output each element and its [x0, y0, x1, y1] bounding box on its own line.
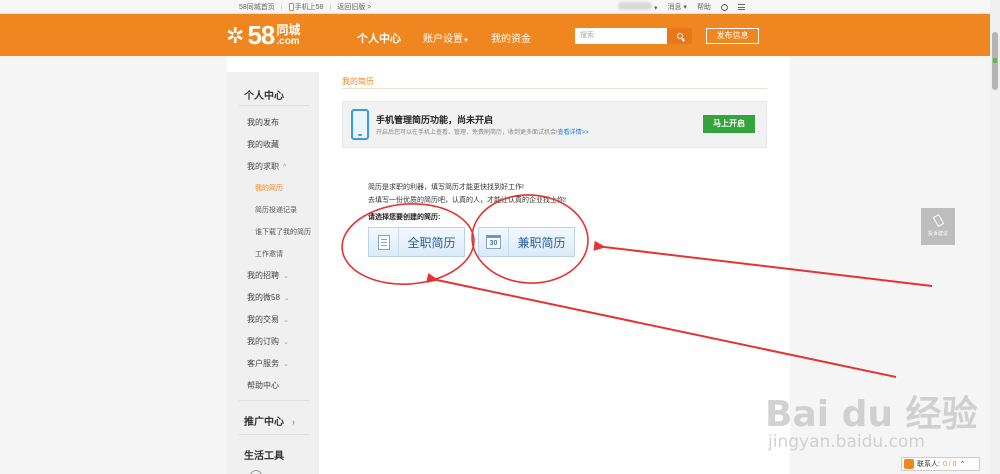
view-details-link[interactable]: 查看详情>> — [558, 130, 589, 136]
search-button[interactable] — [667, 28, 692, 44]
choose-label: 请选择您要创建的简历: — [368, 214, 441, 221]
search-input[interactable]: 搜索 — [575, 28, 667, 44]
chevron-up-icon: ⌃ — [959, 461, 966, 468]
document-icon — [377, 234, 390, 250]
sidebar-heading-life-tools: 生活工具 — [244, 451, 284, 462]
feedback-button[interactable]: 投诉建议 — [921, 208, 955, 245]
separator: | — [329, 3, 332, 11]
logo-text: 同城 .com — [276, 22, 301, 47]
divider — [239, 400, 309, 401]
chevron-down-icon: ⌄ — [283, 361, 289, 368]
chevron-down-icon: ▾ — [653, 5, 658, 12]
sidebar-sub-who-downloaded[interactable]: 谁下载了我的简历 — [255, 227, 311, 237]
sidebar-heading-promo-center[interactable]: 推广中心 › — [244, 413, 295, 428]
intro-line-2: 去填写一份优质的简历吧，认真的人，才能让认真的企业找上你! — [368, 197, 566, 204]
sidebar-item-label: 我的招聘 — [247, 271, 279, 280]
search-icon — [676, 33, 683, 39]
baidu-watermark-url: jingyan.baidu.com — [768, 432, 925, 452]
user-menu[interactable]: ▾ — [618, 2, 657, 12]
logo-en: .com — [276, 35, 300, 47]
sidebar-item-label: 我的订购 — [247, 337, 279, 346]
nav-personal-center[interactable]: 个人中心 — [357, 30, 401, 46]
chevron-down-icon: ⌄ — [283, 273, 289, 280]
sidebar-sub-delivery-record[interactable]: 简历投递记录 — [255, 205, 297, 215]
chevron-right-icon: › — [292, 417, 295, 427]
messages-label: 消息 — [667, 4, 682, 11]
contacts-count: 0 / 0 — [942, 460, 957, 468]
sidebar-item-my-posts[interactable]: 我的发布 — [247, 117, 279, 128]
sidebar-sub-my-resume[interactable]: 我的简历 — [255, 183, 283, 193]
sidebar-item-label: 我的交易 — [247, 315, 279, 324]
chevron-down-icon: ⌄ — [283, 295, 290, 302]
home-link[interactable]: 58同城首页 — [239, 2, 275, 12]
sidebar-sub-job-invitations[interactable]: 工作邀请 — [255, 249, 283, 259]
logo[interactable]: ✲ 58 同城 .com — [226, 20, 300, 51]
promo-center-label: 推广中心 — [244, 417, 284, 428]
divider — [239, 434, 309, 435]
chevron-down-icon: ▾ — [683, 4, 687, 11]
sidebar-item-trades[interactable]: 我的交易 ⌄ — [247, 314, 289, 325]
help-link[interactable]: 帮助 — [697, 2, 711, 12]
open-now-button[interactable]: 马上开启 — [703, 115, 755, 133]
sidebar-item-help-center[interactable]: 帮助中心 — [247, 380, 279, 391]
sidebar-item-customer-service[interactable]: 客户服务 ⌄ — [247, 358, 289, 369]
sidebar-item-my-jobsearch[interactable]: 我的求职 ^ — [247, 161, 286, 172]
breadcrumb: 我的简历 — [342, 77, 374, 86]
smiley-icon — [904, 459, 914, 469]
baidu-watermark: Bai du 经验 — [765, 394, 978, 435]
scroll-indicator — [993, 58, 997, 63]
separator: | — [280, 3, 283, 11]
publish-button[interactable]: 发布信息 — [706, 28, 759, 44]
nav-account-settings-label: 账户设置 — [423, 34, 463, 45]
banner-description: 开启后您可以在手机上查看、管理、免费刷简历，收到更多面试机会!查看详情>> — [376, 127, 589, 136]
chevron-down-icon: ⌄ — [283, 339, 289, 346]
banner-desc-text: 开启后您可以在手机上查看、管理、免费刷简历，收到更多面试机会! — [376, 130, 558, 136]
parttime-resume-button[interactable]: 30 兼职简历 — [478, 227, 575, 257]
menu-icon[interactable] — [737, 4, 745, 10]
mobile-link-label: 手机上58 — [294, 4, 324, 11]
sidebar-item-recruiting[interactable]: 我的招聘 ⌄ — [247, 270, 289, 281]
main-nav: 个人中心 账户设置▼ 我的资金 — [357, 30, 531, 46]
banner-title: 手机管理简历功能，尚未开启 — [376, 115, 494, 125]
calendar-icon: 30 — [486, 235, 501, 249]
fulltime-resume-button[interactable]: 全职简历 — [368, 227, 465, 257]
sidebar-item-subscriptions[interactable]: 我的订购 ⌄ — [247, 336, 289, 347]
intro-line-1: 简历是求职的利器，填写简历才能更快找到好工作! — [368, 184, 524, 191]
sidebar-item-wei58[interactable]: 我的微58 ⌄ — [247, 292, 290, 303]
divider — [239, 105, 309, 106]
sidebar-item-label: 客户服务 — [247, 359, 279, 368]
contacts-label: 联系人: — [917, 461, 940, 468]
site-header: ✲ 58 同城 .com 个人中心 账户设置▼ 我的资金 搜索 发布信息 — [0, 14, 990, 56]
chevron-down-icon: ▼ — [463, 38, 469, 44]
logo-cn: 同城 — [276, 22, 301, 37]
parttime-resume-label: 兼职简历 — [517, 235, 566, 250]
chevron-down-icon: ⌄ — [283, 317, 289, 324]
fulltime-resume-label: 全职简历 — [407, 235, 456, 250]
logo-number: 58 — [247, 20, 275, 50]
nav-my-funds[interactable]: 我的资金 — [491, 30, 531, 46]
feedback-label: 投诉建议 — [927, 231, 948, 237]
username-blurred — [618, 2, 652, 10]
phone-icon — [288, 3, 294, 12]
mobile-link[interactable]: 手机上58 — [288, 2, 324, 12]
topbar-left: 58同城首页 | 手机上58 | 返回旧版 > — [239, 2, 371, 12]
chevron-up-icon: ^ — [283, 164, 287, 171]
clock-icon[interactable] — [720, 3, 728, 11]
sidebar-item-label: 我的求职 — [247, 162, 279, 171]
topbar-right: ▾ 消息 ▾ 帮助 — [618, 2, 745, 12]
sidebar-item-my-favorites[interactable]: 我的收藏 — [247, 139, 279, 150]
icon-box: 30 — [479, 228, 509, 256]
divider — [342, 88, 767, 89]
sidebar-item-label: 我的微58 — [247, 293, 280, 302]
icon-box — [369, 228, 399, 256]
sidebar-heading-personal-center: 个人中心 — [244, 91, 284, 102]
pen-icon — [932, 213, 944, 228]
nav-account-settings[interactable]: 账户设置▼ — [423, 30, 469, 46]
phone-icon — [351, 109, 369, 140]
messages-menu[interactable]: 消息 ▾ — [667, 2, 686, 12]
contacts-widget[interactable]: 联系人: 0 / 0 ⌃ — [901, 457, 980, 471]
logo-people-icon: ✲ — [226, 22, 245, 48]
old-version-link[interactable]: 返回旧版 > — [337, 2, 371, 12]
top-utility-bar: 58同城首页 | 手机上58 | 返回旧版 > ▾ 消息 ▾ 帮助 — [0, 0, 990, 14]
